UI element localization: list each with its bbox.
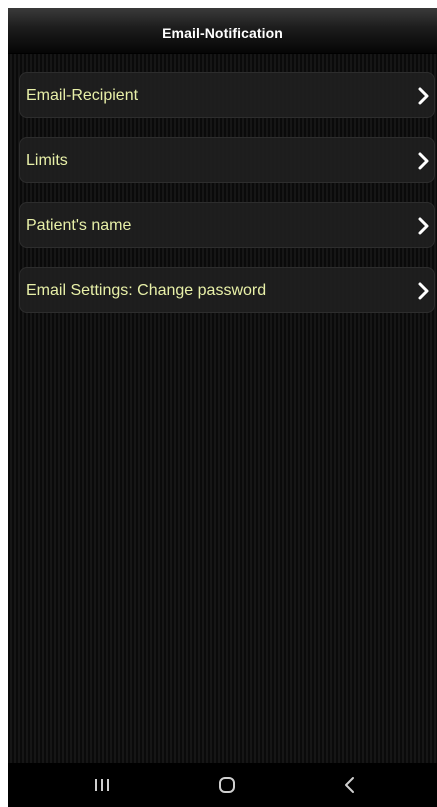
recent-apps-button[interactable]: [72, 763, 132, 807]
chevron-right-icon: [418, 217, 429, 235]
settings-menu: Email-Recipient Limits Patient's name Em…: [19, 72, 435, 332]
home-button[interactable]: [197, 763, 257, 807]
menu-item-label: Limits: [26, 152, 68, 169]
home-icon: [219, 777, 235, 793]
back-icon: [345, 777, 354, 793]
app-screen: Email-Notification Email-Recipient Limit…: [8, 0, 437, 807]
menu-item-patients-name[interactable]: Patient's name: [19, 202, 435, 248]
menu-item-label: Email-Recipient: [26, 87, 139, 104]
menu-item-label: Patient's name: [26, 217, 132, 234]
menu-item-label: Email Settings: Change password: [26, 282, 267, 299]
menu-item-email-settings[interactable]: Email Settings: Change password: [19, 267, 435, 313]
menu-item-limits[interactable]: Limits: [19, 137, 435, 183]
page-title: Email-Notification: [162, 25, 283, 41]
title-bar: Email-Notification: [8, 8, 437, 54]
back-button[interactable]: [320, 763, 380, 807]
system-navigation-bar: [8, 763, 437, 807]
chevron-right-icon: [418, 87, 429, 105]
recent-apps-icon: [95, 779, 109, 791]
chevron-right-icon: [418, 152, 429, 170]
chevron-right-icon: [418, 282, 429, 300]
status-bar-edge: [8, 0, 437, 8]
menu-item-email-recipient[interactable]: Email-Recipient: [19, 72, 435, 118]
